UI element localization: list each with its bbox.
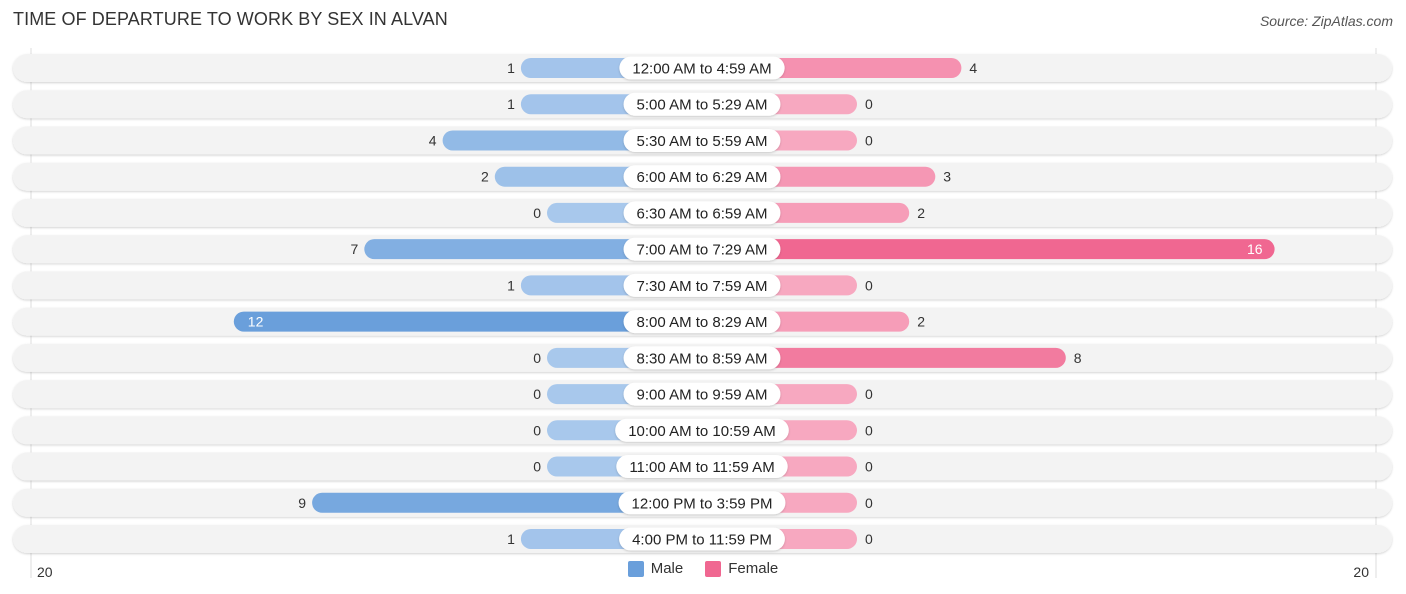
value-label-female: 0: [865, 531, 873, 547]
row-2: 4 0 5:30 AM to 5:59 AM: [13, 126, 1392, 155]
row-0: 1 4 12:00 AM to 4:59 AM: [13, 54, 1392, 82]
value-label-female: 0: [865, 132, 873, 148]
category-label: 10:00 AM to 10:59 AM: [628, 423, 776, 440]
value-label-female: 3: [943, 169, 951, 185]
value-label-female: 0: [865, 386, 873, 402]
category-label: 8:30 AM to 8:59 AM: [637, 350, 768, 367]
row-5: 7 16 7:00 AM to 7:29 AM: [13, 235, 1392, 264]
value-label-male: 0: [533, 350, 541, 366]
legend-item-male: Male: [627, 560, 684, 577]
row-9: 0 0 9:00 AM to 9:59 AM: [13, 380, 1392, 409]
category-label: 5:00 AM to 5:29 AM: [637, 97, 768, 114]
value-label-female: 8: [1074, 350, 1082, 366]
row-6: 1 0 7:30 AM to 7:59 AM: [13, 271, 1392, 300]
category-label: 8:00 AM to 8:29 AM: [637, 314, 768, 331]
legend-item-female: Female: [705, 560, 778, 577]
value-label-male: 7: [351, 241, 359, 257]
value-label-female: 4: [969, 60, 977, 76]
value-label-female: 0: [865, 459, 873, 475]
legend-label-male: Male: [650, 560, 684, 577]
row-11: 0 0 11:00 AM to 11:59 AM: [13, 452, 1392, 481]
value-label-male: 0: [533, 459, 541, 475]
value-label-male: 9: [298, 495, 306, 511]
category-label: 12:00 AM to 4:59 AM: [632, 61, 771, 78]
category-label: 7:30 AM to 7:59 AM: [637, 278, 768, 295]
value-label-male: 0: [533, 386, 541, 402]
value-label-female: 0: [865, 96, 873, 112]
value-label-male: 1: [507, 60, 515, 76]
category-label: 5:30 AM to 5:59 AM: [637, 133, 768, 150]
value-label-male: 4: [429, 132, 437, 148]
value-label-male: 1: [507, 96, 515, 112]
chart-plot: 1 4 12:00 AM to 4:59 AM 1 0 5:00 AM to 5:29 A…: [13, 48, 1392, 580]
row-7: 12 2 8:00 AM to 8:29 AM: [13, 307, 1392, 336]
value-label-male: 2: [481, 169, 489, 185]
value-label-female: 2: [917, 314, 925, 330]
legend-swatch-female: [705, 560, 722, 577]
legend-swatch-male: [627, 560, 644, 577]
legend-label-female: Female: [728, 560, 779, 577]
legend: Male Female: [0, 560, 1406, 577]
category-label: 6:30 AM to 6:59 AM: [637, 205, 768, 222]
value-label-male: 0: [533, 422, 541, 438]
value-label-female: 0: [865, 422, 873, 438]
row-13: 1 0 4:00 PM to 11:59 PM: [13, 524, 1392, 553]
category-label: 7:00 AM to 7:29 AM: [637, 242, 768, 259]
row-12: 9 0 12:00 PM to 3:59 PM: [13, 488, 1392, 517]
value-label-female: 0: [865, 277, 873, 293]
row-8: 0 8 8:30 AM to 8:59 AM: [13, 343, 1392, 372]
row-3: 2 3 6:00 AM to 6:29 AM: [13, 162, 1392, 191]
value-label-female: 0: [865, 495, 873, 511]
row-10: 0 0 10:00 AM to 10:59 AM: [13, 416, 1392, 445]
category-label: 12:00 PM to 3:59 PM: [632, 495, 773, 512]
value-label-female: 16: [1247, 241, 1263, 257]
category-label: 9:00 AM to 9:59 AM: [637, 387, 768, 404]
bar-female: [702, 239, 1275, 260]
row-1: 1 0 5:00 AM to 5:29 AM: [13, 90, 1392, 119]
category-label: 4:00 PM to 11:59 PM: [632, 531, 772, 548]
value-label-female: 2: [917, 205, 925, 221]
category-label: 11:00 AM to 11:59 AM: [629, 459, 774, 476]
value-label-male: 1: [507, 277, 515, 293]
category-label: 6:00 AM to 6:29 AM: [637, 169, 768, 186]
value-label-male: 1: [507, 531, 515, 547]
value-label-male: 0: [533, 205, 541, 221]
row-4: 0 2 6:30 AM to 6:59 AM: [13, 198, 1392, 227]
value-label-male: 12: [248, 314, 264, 330]
